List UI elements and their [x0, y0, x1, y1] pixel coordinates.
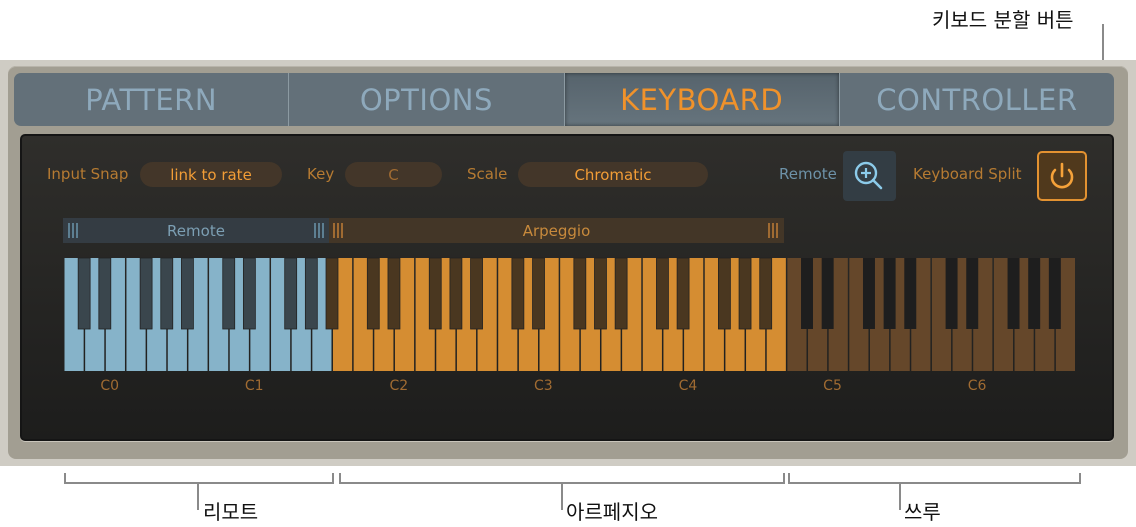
black-key-D#4[interactable] — [676, 257, 690, 330]
arpeggio-bracket — [339, 473, 785, 484]
callout-remote: 리모트 — [203, 500, 259, 524]
black-key-G#5[interactable] — [883, 258, 896, 329]
black-key-A#4[interactable] — [759, 257, 773, 330]
octave-label-C0: C0 — [100, 378, 119, 394]
black-key-D#6[interactable] — [966, 258, 979, 329]
thru-bracket — [788, 473, 1081, 484]
black-key-A#2[interactable] — [470, 257, 483, 330]
black-key-C#2[interactable] — [366, 257, 380, 330]
black-key-G#2[interactable] — [449, 257, 463, 330]
black-key-C#0[interactable] — [77, 257, 91, 330]
octave-label-C4: C4 — [678, 378, 698, 394]
black-key-G#1[interactable] — [304, 257, 318, 330]
black-key-G#4[interactable] — [738, 257, 752, 330]
black-key-C#5[interactable] — [801, 258, 813, 329]
octave-label-C5: C5 — [823, 378, 842, 394]
black-key-F#4[interactable] — [718, 257, 731, 330]
black-key-D#5[interactable] — [821, 258, 834, 329]
black-key-F#2[interactable] — [428, 257, 442, 330]
black-key-C#4[interactable] — [656, 257, 669, 330]
black-key-F#5[interactable] — [862, 258, 875, 329]
black-key-A#6[interactable] — [1048, 258, 1061, 329]
black-key-F#3[interactable] — [573, 257, 587, 330]
black-key-C#6[interactable] — [945, 258, 958, 329]
black-key-G#6[interactable] — [1028, 258, 1041, 329]
black-key-F#1[interactable] — [284, 257, 298, 330]
black-key-D#2[interactable] — [387, 257, 401, 330]
black-key-C#1[interactable] — [222, 257, 236, 330]
callout-line — [197, 484, 199, 510]
piano-keyboard[interactable] — [0, 0, 1136, 527]
black-key-F#0[interactable] — [139, 257, 153, 330]
black-key-D#0[interactable] — [98, 257, 112, 330]
black-key-G#3[interactable] — [594, 257, 607, 330]
black-key-F#6[interactable] — [1007, 258, 1020, 329]
remote-bracket — [64, 473, 334, 484]
black-key-A#3[interactable] — [614, 257, 628, 330]
callout-line — [899, 484, 901, 510]
black-key-C#3[interactable] — [511, 257, 525, 330]
black-key-A#5[interactable] — [904, 258, 917, 329]
black-key-D#3[interactable] — [532, 257, 545, 330]
octave-label-C3: C3 — [534, 378, 553, 394]
black-key-A#1[interactable] — [325, 257, 339, 330]
callout-arpeggio: 아르페지오 — [566, 500, 658, 524]
callout-thru: 쓰루 — [904, 500, 941, 524]
octave-label-C6: C6 — [967, 378, 987, 394]
black-key-G#0[interactable] — [160, 257, 174, 330]
black-key-A#0[interactable] — [181, 257, 194, 330]
octave-label-C1: C1 — [244, 378, 264, 394]
black-key-D#1[interactable] — [242, 257, 256, 330]
callout-line — [561, 484, 563, 510]
octave-label-C2: C2 — [389, 378, 409, 394]
